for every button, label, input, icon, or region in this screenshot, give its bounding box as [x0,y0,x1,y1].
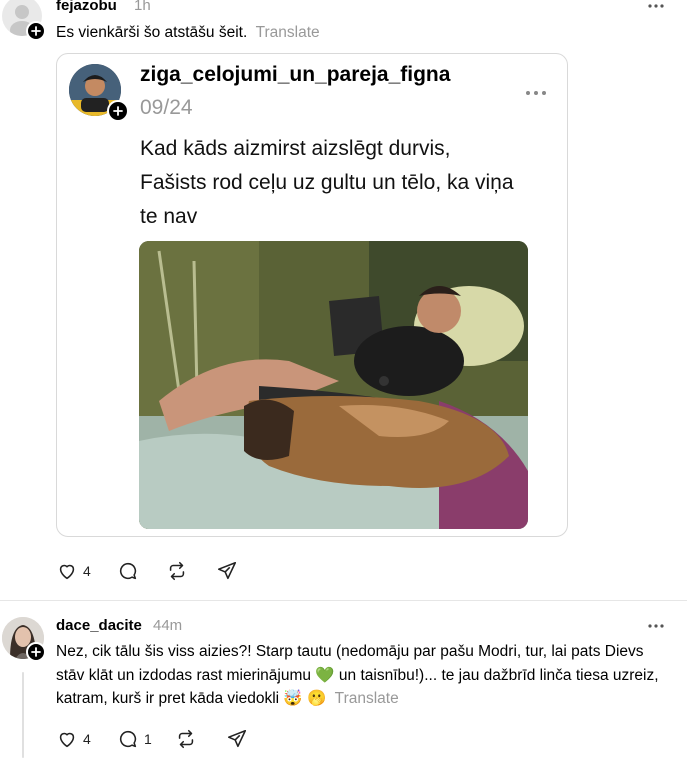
post-text: Es vienkārši šo atstāšu šeit. Translate [56,21,656,45]
username-dace-dacite[interactable]: dace_dacite [56,617,142,634]
photo-man-with-dog [139,241,528,529]
reply-count: 1 [144,731,152,747]
post-photo[interactable] [139,241,528,529]
post-time: 44m [153,617,183,634]
like-count: 4 [83,731,91,747]
quoted-username[interactable]: ziga_celojumi_un_pareja_figna [140,63,450,87]
repost-button[interactable] [166,560,188,582]
follow-plus-icon[interactable] [26,21,46,41]
thread-line [22,672,24,758]
translate-link[interactable]: Translate [335,690,399,707]
comment-icon [119,730,137,748]
send-icon [217,561,237,580]
quoted-text: Kad kāds aizmirst aizslēgt durvis, Fašis… [140,137,514,228]
post-text: Nez, cik tālu šis viss aizies?! Starp ta… [56,640,671,711]
reply-button[interactable] [117,560,139,582]
share-button[interactable] [226,728,248,750]
like-button[interactable]: 4 [56,560,91,582]
quoted-post-card[interactable]: ziga_celojumi_un_pareja_figna 09/24 Kad … [56,53,568,537]
follow-plus-icon[interactable] [26,642,46,662]
send-icon [227,729,247,748]
post-body: Es vienkārši šo atstāšu šeit. [56,24,248,41]
heart-icon [59,732,75,748]
translate-link[interactable]: Translate [256,24,320,41]
share-button[interactable] [216,560,238,582]
repost-icon [169,561,185,581]
like-button[interactable]: 4 [56,728,91,750]
quoted-date: 09/24 [140,96,193,119]
follow-plus-icon[interactable] [107,100,129,122]
more-options-icon[interactable] [644,616,668,636]
repost-icon [178,729,194,749]
like-count: 4 [83,563,91,579]
more-options-icon[interactable] [524,83,548,103]
more-options-icon[interactable] [644,0,668,16]
reply-button[interactable]: 1 [117,728,152,750]
post-divider [0,600,687,601]
comment-icon [119,562,137,580]
post-time: 1h [134,0,151,14]
repost-button[interactable] [175,728,197,750]
username-fejazobu[interactable]: fejazobu [56,0,117,14]
heart-icon [59,564,75,580]
